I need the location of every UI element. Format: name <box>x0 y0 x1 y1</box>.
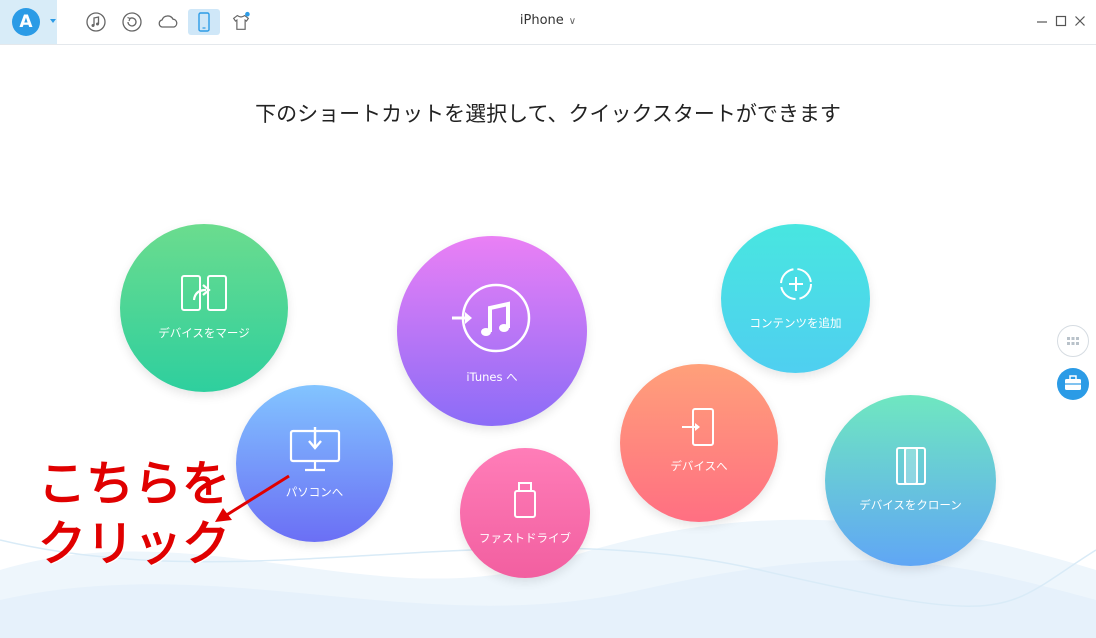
to-itunes-button[interactable]: iTunes へ <box>397 236 587 426</box>
add-content-button[interactable]: コンテンツを追加 <box>721 224 870 373</box>
annotation-line-1: こちらを <box>38 456 231 512</box>
minimize-icon[interactable] <box>1035 14 1049 28</box>
clone-device-label: デバイスをクローン <box>859 498 962 512</box>
to-device-button[interactable]: デバイスへ <box>620 364 778 522</box>
toolbox-icon <box>1065 375 1081 390</box>
device-name: iPhone <box>519 13 564 28</box>
fast-drive-button[interactable]: ファストドライブ <box>460 448 590 578</box>
usb-drive-icon <box>514 482 536 518</box>
clone-device-button[interactable]: デバイスをクローン <box>825 395 996 566</box>
device-selector[interactable]: iPhone ∨ <box>0 13 1096 28</box>
to-device-label: デバイスへ <box>670 459 728 473</box>
device-import-icon <box>682 408 714 446</box>
annotation-arrow <box>215 474 290 522</box>
fast-drive-label: ファストドライブ <box>479 531 571 545</box>
merge-devices-label: デバイスをマージ <box>158 326 250 340</box>
computer-download-icon <box>289 427 340 472</box>
merge-icon <box>181 275 227 311</box>
toolbox-button[interactable] <box>1057 368 1089 400</box>
maximize-icon[interactable] <box>1054 14 1068 28</box>
chevron-down-icon: ∨ <box>568 16 577 27</box>
grid-view-button[interactable] <box>1057 325 1089 357</box>
add-content-icon <box>779 268 812 300</box>
itunes-icon <box>452 283 531 353</box>
title-bar: A iPhone ∨ <box>0 0 1096 45</box>
add-content-label: コンテンツを追加 <box>749 316 842 330</box>
clone-icon <box>895 447 926 485</box>
annotation-line-2: クリック <box>38 516 231 572</box>
merge-devices-button[interactable]: デバイスをマージ <box>120 224 288 392</box>
to-itunes-label: iTunes へ <box>466 370 518 384</box>
page-heading: 下のショートカットを選択して、クイックスタートができます <box>255 102 841 126</box>
close-icon[interactable] <box>1073 14 1087 28</box>
grid-icon <box>1067 337 1079 345</box>
